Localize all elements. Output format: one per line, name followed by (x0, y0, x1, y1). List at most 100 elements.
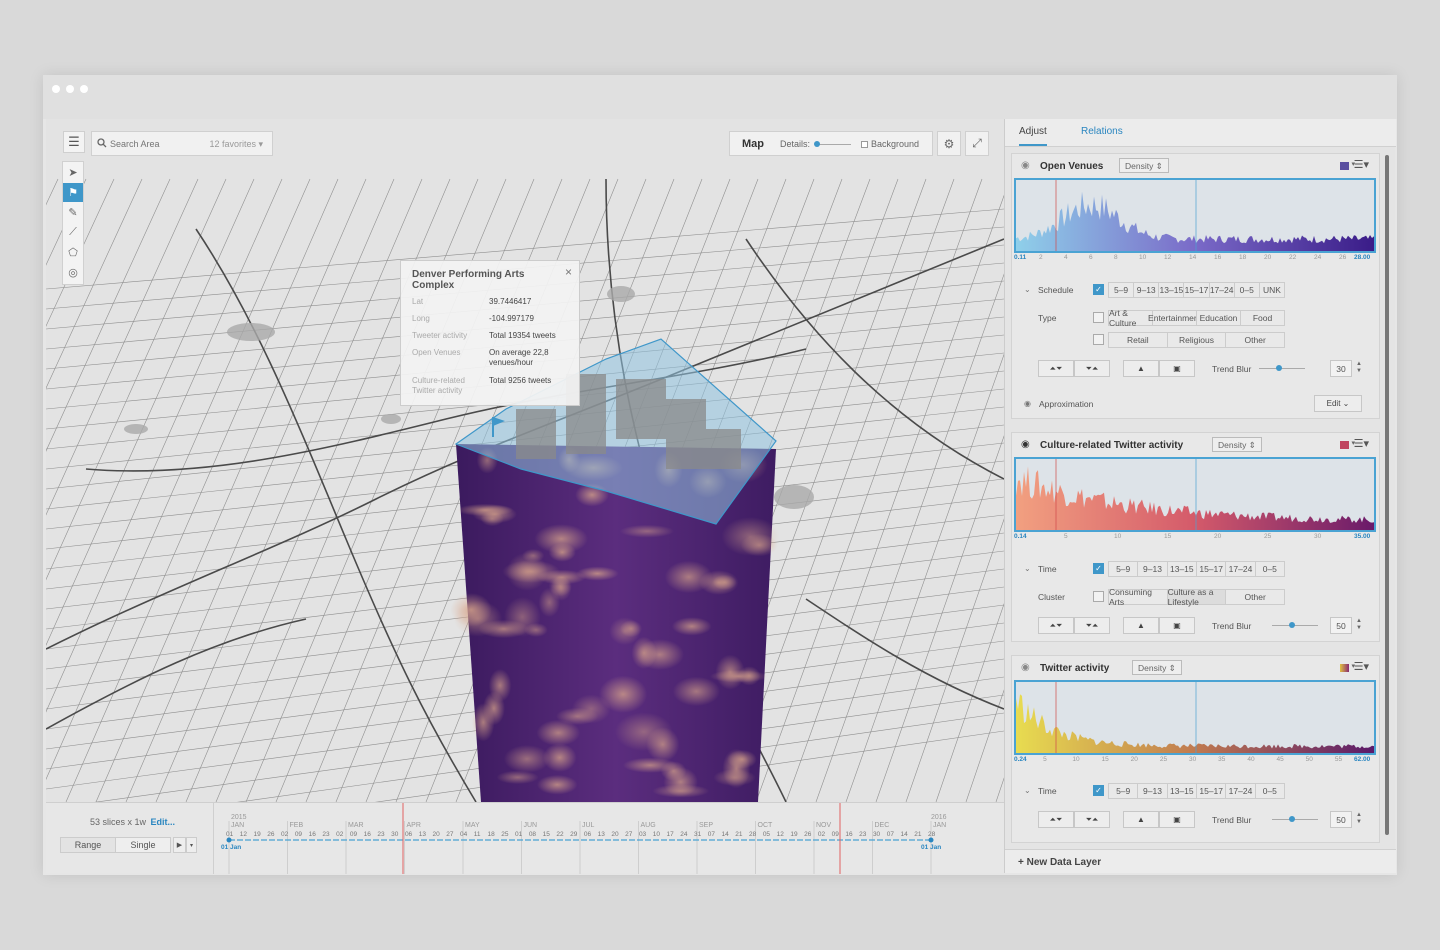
filter-chip[interactable]: 5–9 (1108, 783, 1139, 799)
filter-chip[interactable]: 15–17 (1196, 783, 1227, 799)
density-tower[interactable] (450, 338, 780, 802)
range-button[interactable]: Range (60, 837, 116, 853)
layer-menu-icon[interactable]: ☰▾ (1354, 158, 1369, 171)
filter-chip[interactable]: Other (1225, 332, 1285, 348)
layer-menu-icon[interactable]: ☰▾ (1354, 437, 1369, 450)
histogram-culture-twitter[interactable] (1014, 457, 1376, 532)
edit-slices-link[interactable]: Edit... (151, 817, 176, 827)
collapse-chevron-icon[interactable]: ⌄ (1024, 285, 1031, 294)
trend-blur-handle[interactable] (1276, 365, 1282, 371)
favorites-dropdown[interactable]: 12 favorites ▾ (209, 139, 263, 150)
image-icon[interactable]: ▣ (1159, 811, 1195, 828)
mountain-icon[interactable]: ▲ (1123, 360, 1159, 377)
filter-chip[interactable]: Art & Culture (1108, 308, 1153, 328)
filter-chip[interactable]: 0–5 (1233, 282, 1260, 298)
trend-blur-slider[interactable] (1272, 625, 1318, 626)
tab-relations[interactable]: Relations (1081, 126, 1123, 137)
inverse-shape-icon[interactable]: ⏷⏶ (1074, 811, 1110, 828)
edit-dropdown[interactable]: Edit ⌄ (1314, 395, 1362, 412)
image-icon[interactable]: ▣ (1159, 360, 1195, 377)
panel-scrollbar[interactable] (1385, 155, 1389, 835)
window-dot-minimize[interactable] (66, 85, 74, 93)
trend-blur-slider[interactable] (1259, 368, 1305, 369)
filter-chip[interactable]: Entertainment (1148, 310, 1201, 326)
filter-chip[interactable]: Culture as a Lifestyle (1166, 587, 1227, 607)
collapse-chevron-icon[interactable]: ⌄ (1024, 564, 1031, 573)
filter-chip[interactable]: 9–13 (1133, 282, 1160, 298)
filter-chip[interactable]: 0–5 (1254, 561, 1285, 577)
visibility-eye-icon[interactable]: ◉ (1021, 662, 1030, 673)
cluster-checkbox[interactable] (1093, 591, 1104, 602)
inverse-shape-icon[interactable]: ⏷⏶ (1074, 617, 1110, 634)
pointer-icon[interactable]: ➤ (63, 163, 83, 182)
hamburger-menu-icon[interactable]: ☰ (63, 131, 85, 153)
polygon-icon[interactable]: ⬠ (63, 243, 83, 262)
flag-icon[interactable]: ⚑ (63, 183, 83, 202)
timeline-track[interactable]: 2015 2016 JAN FEB MAR APR MAY JUN JUL AUG SEP OCT NO… (215, 803, 1004, 874)
collapse-chevron-icon[interactable]: ⌄ (1024, 786, 1031, 795)
filter-chip[interactable]: UNK (1258, 282, 1285, 298)
filter-chip[interactable]: 17–24 (1208, 282, 1235, 298)
mirror-shape-icon[interactable]: ⏶⏷ (1038, 360, 1074, 377)
type-checkbox[interactable] (1093, 312, 1104, 323)
filter-chip[interactable]: 13–15 (1158, 282, 1185, 298)
visibility-eye-icon[interactable]: ◉ (1021, 439, 1030, 450)
circle-icon[interactable]: ◎ (63, 263, 83, 282)
timeline-end-handle[interactable] (928, 837, 934, 843)
window-dot-close[interactable] (52, 85, 60, 93)
single-button[interactable]: Single (115, 837, 171, 853)
color-swatch-icon[interactable] (1340, 441, 1349, 449)
trend-blur-input[interactable]: 50 (1330, 811, 1352, 828)
filter-chip[interactable]: 5–9 (1108, 282, 1135, 298)
histogram-twitter-activity[interactable] (1014, 680, 1376, 755)
time-checkbox[interactable]: ✓ (1093, 785, 1104, 796)
settings-gear-icon[interactable]: ⚙ (937, 131, 961, 156)
search-input[interactable] (110, 136, 205, 152)
filter-chip[interactable]: Other (1225, 589, 1285, 605)
filter-chip[interactable]: 17–24 (1225, 783, 1256, 799)
filter-chip[interactable]: Religious (1166, 332, 1227, 348)
details-slider-handle[interactable] (814, 141, 820, 147)
trend-blur-handle[interactable] (1289, 622, 1295, 628)
details-slider-track[interactable] (817, 144, 851, 145)
filter-chip[interactable]: Consuming Arts (1108, 587, 1168, 607)
timeline-svg[interactable]: 2015 2016JAN FEB MAR APR MAY JUN JUL AUG SEP OCT NO… (215, 803, 1004, 874)
search-area-box[interactable]: 12 favorites ▾ (91, 131, 273, 156)
trend-blur-input[interactable]: 30 (1330, 360, 1352, 377)
filter-chip[interactable]: 15–17 (1183, 282, 1210, 298)
filter-chip[interactable]: 17–24 (1225, 561, 1256, 577)
filter-chip[interactable]: Education (1196, 310, 1241, 326)
map-canvas[interactable] (46, 119, 1004, 802)
mountain-icon[interactable]: ▲ (1123, 617, 1159, 634)
window-dot-zoom[interactable] (80, 85, 88, 93)
filter-chip[interactable]: 15–17 (1196, 561, 1227, 577)
density-dropdown[interactable]: Density ⇕ (1212, 437, 1262, 452)
brush-icon[interactable]: ✎ (63, 203, 83, 222)
color-swatch-icon[interactable] (1340, 162, 1349, 170)
time-checkbox[interactable]: ✓ (1093, 563, 1104, 574)
inverse-shape-icon[interactable]: ⏷⏶ (1074, 360, 1110, 377)
filter-chip[interactable]: 13–15 (1166, 783, 1197, 799)
play-options-icon[interactable]: ▾ (186, 837, 197, 853)
mirror-shape-icon[interactable]: ⏶⏷ (1038, 811, 1074, 828)
stepper-icon[interactable]: ▲ ▼ (1356, 812, 1362, 826)
mirror-shape-icon[interactable]: ⏶⏷ (1038, 617, 1074, 634)
mountain-icon[interactable]: ▲ (1123, 811, 1159, 828)
tab-adjust[interactable]: Adjust (1019, 126, 1047, 146)
stepper-icon[interactable]: ▲ ▼ (1356, 618, 1362, 632)
filter-chip[interactable]: 9–13 (1137, 561, 1168, 577)
visibility-eye-icon[interactable]: ◉ (1021, 160, 1030, 171)
filter-chip[interactable]: 13–15 (1166, 561, 1197, 577)
filter-chip[interactable]: 0–5 (1254, 783, 1285, 799)
trend-blur-input[interactable]: 50 (1330, 617, 1352, 634)
filter-chip[interactable]: 9–13 (1137, 783, 1168, 799)
map-view[interactable]: ☰ 12 favorites ▾ ➤ ⚑ ✎ ⟋ ⬠ ◎ Map Details… (46, 119, 1004, 802)
play-icon[interactable]: ▶ (173, 837, 186, 853)
density-dropdown[interactable]: Density ⇕ (1119, 158, 1169, 173)
color-swatch-icon[interactable] (1340, 664, 1349, 672)
histogram-open-venues[interactable] (1014, 178, 1376, 253)
filter-chip[interactable]: Food (1240, 310, 1285, 326)
new-data-layer-button[interactable]: + New Data Layer (1005, 849, 1396, 873)
approximation-eye-icon[interactable]: ◉ (1024, 399, 1031, 408)
density-dropdown[interactable]: Density ⇕ (1132, 660, 1182, 675)
